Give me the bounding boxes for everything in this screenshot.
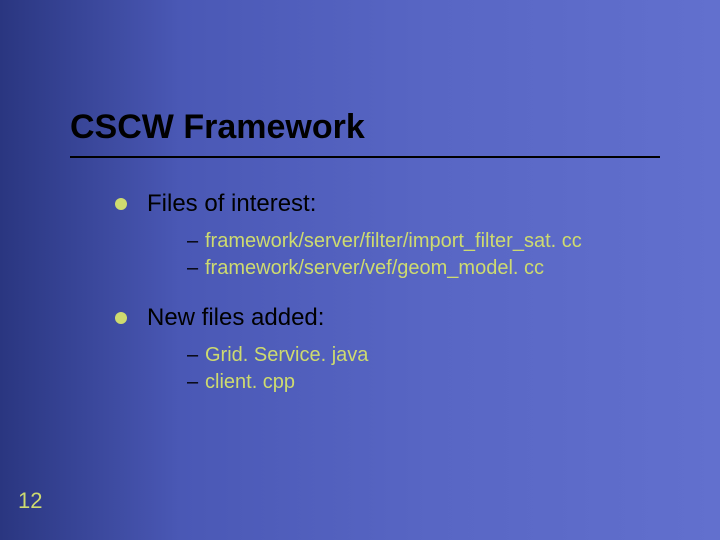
dash-icon: – xyxy=(187,342,198,369)
bullet-item: Files of interest: xyxy=(115,190,670,218)
slide: CSCW Framework Files of interest: – fram… xyxy=(0,0,720,540)
sub-item: – Grid. Service. java xyxy=(187,342,670,369)
sub-item: – client. cpp xyxy=(187,369,670,396)
sub-list: – framework/server/filter/import_filter_… xyxy=(187,228,670,282)
sub-item-label: framework/server/vef/geom_model. cc xyxy=(205,257,544,279)
slide-title: CSCW Framework xyxy=(70,108,680,147)
dash-icon: – xyxy=(187,228,198,255)
sub-list: – Grid. Service. java – client. cpp xyxy=(187,342,670,396)
bullet-item: New files added: xyxy=(115,304,670,332)
title-underline xyxy=(70,156,660,158)
sub-item: – framework/server/vef/geom_model. cc xyxy=(187,255,670,282)
bullet-icon xyxy=(115,198,127,210)
page-number: 12 xyxy=(18,488,42,514)
sub-item-label: client. cpp xyxy=(205,371,295,393)
slide-body: Files of interest: – framework/server/fi… xyxy=(115,190,670,418)
sub-item-label: Grid. Service. java xyxy=(205,344,368,366)
bullet-label: New files added: xyxy=(147,304,324,331)
dash-icon: – xyxy=(187,369,198,396)
sub-item: – framework/server/filter/import_filter_… xyxy=(187,228,670,255)
bullet-icon xyxy=(115,312,127,324)
dash-icon: – xyxy=(187,255,198,282)
bullet-label: Files of interest: xyxy=(147,190,316,217)
sub-item-label: framework/server/filter/import_filter_sa… xyxy=(205,230,582,252)
